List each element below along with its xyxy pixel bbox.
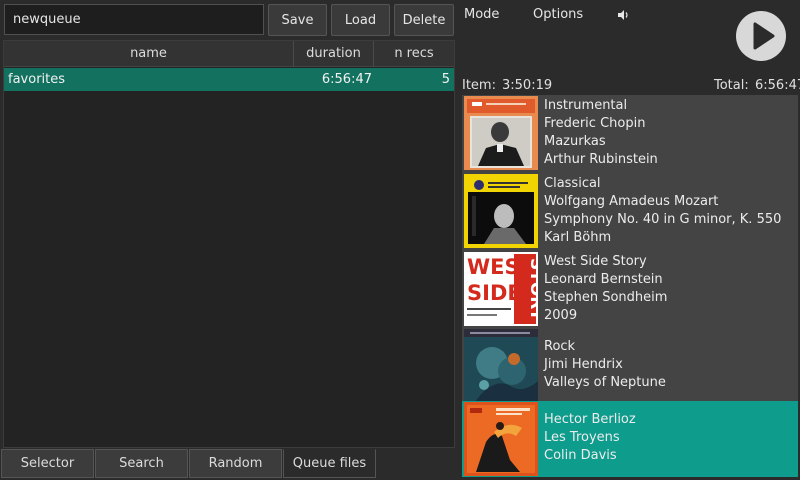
work: Mazurkas [544, 134, 606, 149]
row-name: favorites [8, 72, 66, 87]
save-button[interactable]: Save [268, 4, 327, 36]
column-header-name[interactable]: name [4, 41, 294, 67]
column-header-duration[interactable]: duration [294, 41, 374, 67]
speaker-icon[interactable] [616, 8, 630, 22]
row-nrecs: 5 [441, 72, 450, 87]
performer: Arthur Rubinstein [544, 152, 658, 167]
performer: Colin Davis [544, 448, 617, 463]
queue-item[interactable]: Rock Jimi Hendrix Valleys of Neptune [462, 328, 798, 404]
play-button[interactable] [736, 11, 786, 61]
menu-mode[interactable]: Mode [464, 6, 499, 24]
performer: Karl Böhm [544, 230, 612, 245]
play-icon [753, 22, 775, 50]
table-row[interactable]: favorites 6:56:47 5 [4, 68, 454, 91]
work: Symphony No. 40 in G minor, K. 550 [544, 212, 782, 227]
album-cover [464, 96, 538, 170]
load-button[interactable]: Load [331, 4, 390, 36]
tab-search[interactable]: Search [95, 449, 188, 478]
queue-item[interactable]: Instrumental Frederic Chopin Mazurkas Ar… [462, 95, 798, 171]
queue-item-details: West Side Story Leonard Bernstein Stephe… [544, 253, 667, 325]
total-time-label: Total: [714, 78, 749, 93]
title: West Side Story [544, 254, 647, 269]
column-header-nrecs[interactable]: n recs [374, 41, 454, 67]
composer: Leonard Bernstein [544, 272, 663, 287]
album-cover [464, 402, 538, 476]
tab-selector[interactable]: Selector [1, 449, 94, 478]
queue-toolbar: Save Load Delete [0, 0, 458, 40]
composer: Frederic Chopin [544, 116, 646, 131]
lyricist: Stephen Sondheim [544, 290, 668, 305]
artist: Jimi Hendrix [544, 357, 623, 372]
genre: Classical [544, 176, 601, 191]
queue-files-table: name duration n recs favorites 6:56:47 5 [3, 40, 455, 448]
genre: Instrumental [544, 98, 628, 113]
album: Valleys of Neptune [544, 375, 666, 390]
item-time-label: Item: [462, 78, 496, 93]
year: 2009 [544, 308, 578, 323]
queue-item[interactable]: WEST SIDE STORY West Side Story Leonard … [462, 250, 798, 328]
menu-options[interactable]: Options [533, 6, 583, 24]
album-cover [464, 329, 538, 403]
queue-files-panel: Save Load Delete name duration n recs fa… [0, 0, 458, 480]
tab-queue-files[interactable]: Queue files [283, 449, 376, 478]
queue-item-details: Rock Jimi Hendrix Valleys of Neptune [544, 338, 666, 392]
item-time-value: 3:50:19 [502, 78, 553, 93]
composer: Wolfgang Amadeus Mozart [544, 194, 719, 209]
work: Les Troyens [544, 430, 620, 445]
genre: Rock [544, 339, 576, 354]
total-time-value: 6:56:47 [755, 78, 800, 93]
queue-item[interactable]: Classical Wolfgang Amadeus Mozart Sympho… [462, 172, 798, 250]
album-cover [464, 174, 538, 248]
table-header: name duration n recs [4, 41, 454, 67]
queue-name-input[interactable] [4, 4, 264, 35]
cover-title-letters: SIDE [467, 281, 522, 305]
album-cover: WEST SIDE STORY [464, 252, 538, 326]
delete-button[interactable]: Delete [394, 4, 454, 36]
cover-title-letters: STORY [526, 258, 538, 321]
play-queue-list: Instrumental Frederic Chopin Mazurkas Ar… [462, 95, 798, 477]
queue-item-details: Classical Wolfgang Amadeus Mozart Sympho… [544, 175, 781, 247]
row-duration: 6:56:47 [321, 72, 372, 87]
player-panel: Mode Options Item: 3:50:19 Total: 6:56:4… [458, 0, 800, 480]
tab-bar: Selector Search Random Queue files [0, 449, 458, 480]
tab-random[interactable]: Random [189, 449, 282, 478]
queue-item-details: Hector Berlioz Les Troyens Colin Davis [544, 411, 636, 465]
composer: Hector Berlioz [544, 412, 636, 427]
queue-item-details: Instrumental Frederic Chopin Mazurkas Ar… [544, 97, 658, 169]
queue-item-current[interactable]: Hector Berlioz Les Troyens Colin Davis [462, 401, 798, 477]
